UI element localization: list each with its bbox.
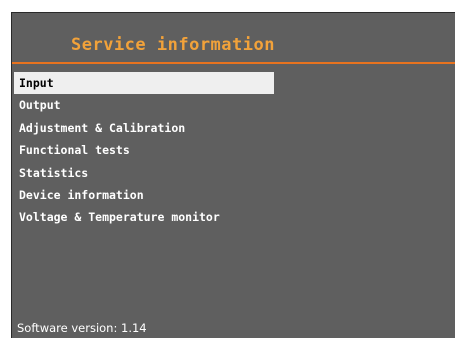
header: Service information bbox=[12, 13, 455, 65]
software-version: Software version: 1.14 bbox=[17, 321, 147, 335]
menu-item-statistics[interactable]: Statistics bbox=[14, 162, 274, 184]
header-divider bbox=[12, 62, 455, 64]
menu-item-adjustment-calibration[interactable]: Adjustment & Calibration bbox=[14, 117, 274, 139]
service-screen: Service information Input Output Adjustm… bbox=[11, 12, 455, 338]
menu-item-input[interactable]: Input bbox=[14, 72, 274, 95]
menu-item-device-information[interactable]: Device information bbox=[14, 184, 274, 206]
menu-item-voltage-temperature-monitor[interactable]: Voltage & Temperature monitor bbox=[14, 206, 274, 228]
menu-item-output[interactable]: Output bbox=[14, 94, 274, 116]
page-title: Service information bbox=[71, 35, 275, 55]
service-menu: Input Output Adjustment & Calibration Fu… bbox=[14, 72, 274, 229]
menu-item-functional-tests[interactable]: Functional tests bbox=[14, 139, 274, 161]
